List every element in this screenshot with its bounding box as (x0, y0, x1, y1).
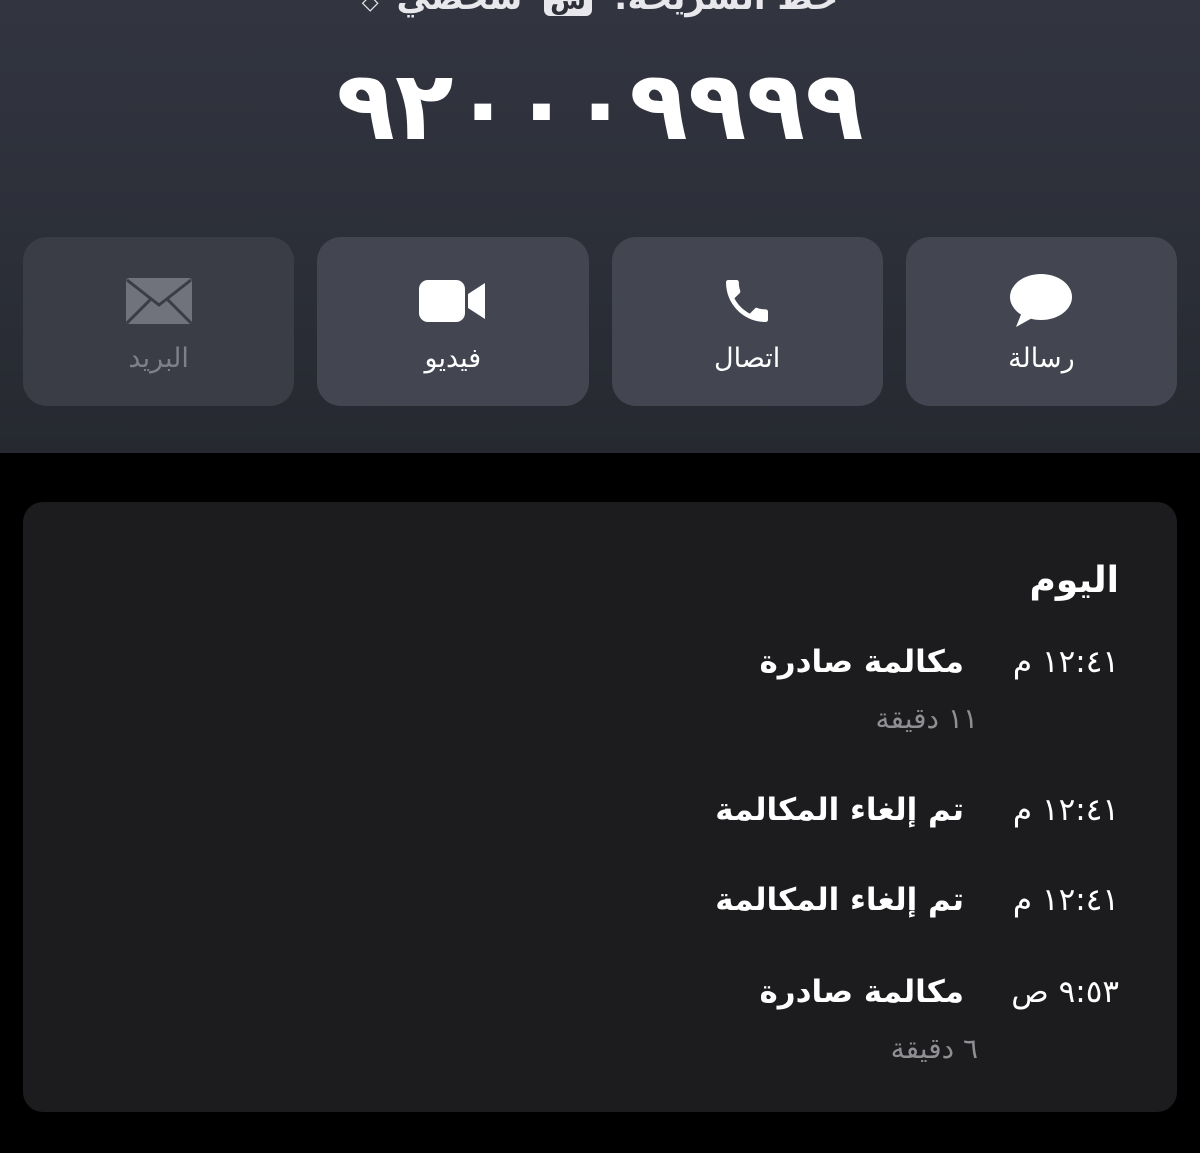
call-history-row: ١٢:٤١ م تم إلغاء المكالمة (715, 792, 1119, 828)
sim-badge: ش (544, 0, 593, 16)
contact-header: خط الشريحة: ش شخصي ◇ ٩٢٠٠٠٩٩٩٩ رسالة اتص… (0, 0, 1200, 453)
sim-line-selector[interactable]: خط الشريحة: ش شخصي ◇ (0, 0, 1200, 18)
call-button-label: اتصال (713, 343, 781, 374)
mail-button[interactable]: البريد (23, 237, 295, 406)
call-button[interactable]: اتصال (611, 237, 883, 406)
call-history-row: ١٢:٤١ م تم إلغاء المكالمة (715, 882, 1119, 918)
message-button-label: رسالة (1008, 343, 1075, 374)
sim-line-name: شخصي (396, 0, 522, 18)
message-button[interactable]: رسالة (905, 237, 1177, 406)
phone-number: ٩٢٠٠٠٩٩٩٩ (336, 50, 864, 162)
call-time: ١٢:٤١ م (1012, 644, 1119, 680)
call-time: ٩:٥٣ ص (1011, 974, 1119, 1010)
call-time: ١٢:٤١ م (1012, 792, 1119, 828)
mail-envelope-icon (125, 273, 193, 329)
call-time: ١٢:٤١ م (1012, 882, 1119, 918)
history-title: اليوم (1029, 560, 1119, 601)
call-duration: ١١ دقيقة (875, 702, 978, 735)
call-history-row: ٩:٥٣ ص مكالمة صادرة (759, 974, 1119, 1010)
action-buttons: رسالة اتصال فيديو البريد (23, 237, 1177, 406)
video-button[interactable]: فيديو (317, 237, 589, 406)
call-type: مكالمة صادرة (759, 974, 964, 1010)
call-history-card: اليوم ١٢:٤١ م مكالمة صادرة ١١ دقيقة ١٢:٤… (23, 502, 1177, 1112)
call-duration: ٦ دقيقة (890, 1032, 978, 1065)
mail-button-label: البريد (128, 343, 189, 374)
sim-line-label: خط الشريحة: (614, 0, 838, 18)
chevron-updown-icon: ◇ (361, 0, 379, 15)
call-type: تم إلغاء المكالمة (715, 882, 964, 918)
video-button-label: فيديو (424, 343, 482, 374)
video-camera-icon (418, 273, 487, 329)
message-bubble-icon (1008, 273, 1074, 329)
phone-icon (719, 273, 775, 329)
call-type: مكالمة صادرة (759, 644, 964, 680)
call-history-row: ١٢:٤١ م مكالمة صادرة (759, 644, 1119, 680)
call-type: تم إلغاء المكالمة (715, 792, 964, 828)
